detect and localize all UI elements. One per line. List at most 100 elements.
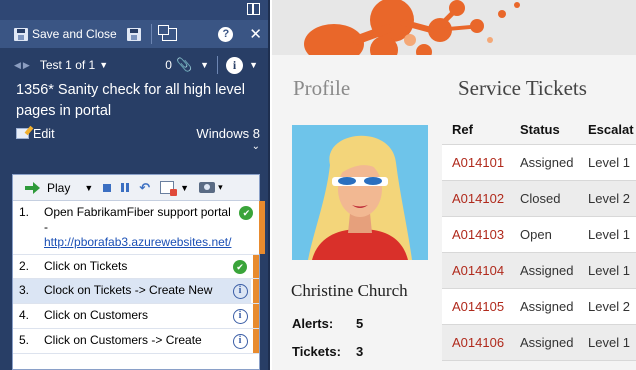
- test-step[interactable]: 5. Click on Customers -> Create i: [13, 329, 259, 354]
- edit-label: Edit: [33, 126, 55, 141]
- portal-url-link[interactable]: http://pborafab3.azurewebsites.net/: [44, 235, 231, 249]
- step-status[interactable]: i: [229, 308, 251, 324]
- close-icon[interactable]: ✕: [249, 25, 262, 43]
- table-header: Ref Status Escalat: [442, 115, 636, 145]
- test-selector[interactable]: Test 1 of 1 ▼: [40, 58, 108, 72]
- web-content: Profile Christine Church Alerts: 5 Ticke…: [272, 55, 636, 370]
- info-dropdown-icon[interactable]: ▼: [249, 60, 258, 70]
- undo-icon[interactable]: ↶: [139, 180, 150, 196]
- table-row[interactable]: A014104 Assigned Level 1: [442, 253, 636, 289]
- screenshot-camera-icon[interactable]: [199, 182, 216, 193]
- edit-link[interactable]: Edit: [16, 127, 55, 141]
- toolbar-divider: [150, 24, 152, 44]
- ticket-ref-link[interactable]: A014101: [452, 155, 520, 170]
- configuration-label: Windows 8: [196, 126, 260, 141]
- ticket-status: Assigned: [520, 155, 574, 170]
- alerts-stat: Alerts: 5: [292, 316, 363, 331]
- stop-icon[interactable]: [103, 183, 112, 192]
- next-test-icon[interactable]: ▶: [23, 60, 30, 71]
- test-navigation: ◀ ▶ Test 1 of 1 ▼ 0 📎 ▼ i ▼: [0, 51, 268, 79]
- profile-heading: Profile: [293, 76, 351, 100]
- step-status[interactable]: i: [229, 333, 251, 349]
- step-status[interactable]: ✔: [235, 205, 257, 220]
- step-number: 2.: [19, 259, 30, 273]
- switch-window-icon[interactable]: [157, 24, 177, 41]
- test-counter: Test 1 of 1: [39, 58, 96, 72]
- save-and-close-label: Save and Close: [32, 27, 117, 41]
- expand-chevron-icon[interactable]: ⌄: [0, 141, 268, 153]
- play-toolbar: Play ▼ ↶ ▼ ▾: [13, 175, 259, 201]
- ticket-status: Closed: [520, 191, 561, 206]
- test-step-selected[interactable]: 3. Clock on Tickets -> Create New i: [13, 279, 259, 304]
- step-number: 3.: [19, 283, 30, 297]
- ticket-ref-link[interactable]: A014102: [452, 191, 520, 206]
- ticket-status: Assigned: [520, 263, 574, 278]
- ticket-ref-link[interactable]: A014103: [452, 227, 520, 242]
- test-step[interactable]: 1. Open FabrikamFiber support portal - h…: [13, 201, 266, 255]
- alerts-value: 5: [356, 316, 364, 331]
- table-row[interactable]: A014103 Open Level 1: [442, 217, 636, 253]
- column-header[interactable]: Ref: [452, 122, 520, 137]
- ticket-escalation: Level 1: [588, 335, 630, 350]
- table-row[interactable]: A014102 Closed Level 2: [442, 181, 636, 217]
- table-row[interactable]: A014106 Assigned Level 1: [442, 325, 636, 361]
- banner-molecule-graphic: [304, 0, 520, 55]
- step-text: Clock on Tickets -> Create New: [44, 283, 213, 297]
- ticket-status: Assigned: [520, 335, 574, 350]
- column-header[interactable]: Escalat: [588, 122, 634, 137]
- mark-steps-icon[interactable]: [160, 181, 178, 196]
- tickets-label: Tickets:: [292, 344, 341, 359]
- test-step[interactable]: 2. Click on Tickets ✔: [13, 255, 259, 279]
- step-description: Open FabrikamFiber support portal -: [44, 205, 231, 234]
- ticket-status: Open: [520, 227, 552, 242]
- dock-layout-icon[interactable]: [247, 3, 260, 15]
- profile-name: Christine Church: [291, 281, 408, 300]
- step-text: Click on Customers: [44, 308, 149, 322]
- site-banner: [272, 0, 636, 55]
- test-info-icon[interactable]: i: [226, 56, 244, 74]
- profile-avatar: [292, 125, 428, 260]
- save-button[interactable]: [126, 27, 141, 41]
- step-text: Open FabrikamFiber support portal - http…: [44, 205, 235, 250]
- camera-dropdown-icon[interactable]: ▾: [218, 182, 223, 193]
- step-result-bar[interactable]: [251, 329, 259, 353]
- step-number: 5.: [19, 333, 30, 347]
- passed-check-icon: ✔: [233, 260, 247, 274]
- ticket-escalation: Level 1: [588, 263, 630, 278]
- attachment-dropdown-icon[interactable]: ▼: [200, 60, 209, 70]
- paperclip-icon[interactable]: 📎: [176, 57, 192, 73]
- pause-icon[interactable]: [121, 183, 130, 192]
- step-result-bar[interactable]: [251, 279, 259, 303]
- step-status[interactable]: ✔: [229, 259, 251, 274]
- previous-test-icon[interactable]: ◀: [14, 60, 21, 71]
- table-row[interactable]: A014105 Assigned Level 2: [442, 289, 636, 325]
- step-result-bar[interactable]: [251, 304, 259, 328]
- alerts-label: Alerts:: [292, 316, 334, 331]
- help-icon[interactable]: ?: [218, 26, 234, 42]
- step-number: 4.: [19, 308, 30, 322]
- table-row[interactable]: A014101 Assigned Level 1: [442, 145, 636, 181]
- step-number: 1.: [19, 205, 30, 219]
- ticket-ref-link[interactable]: A014106: [452, 335, 520, 350]
- ticket-ref-link[interactable]: A014104: [452, 263, 520, 278]
- chevron-down-icon: ▼: [99, 60, 109, 70]
- step-result-bar[interactable]: [251, 255, 259, 278]
- window-bar: [0, 0, 268, 20]
- column-header[interactable]: Status: [520, 122, 588, 137]
- step-result-bar[interactable]: [257, 201, 266, 254]
- play-dropdown-icon[interactable]: ▼: [84, 183, 93, 193]
- ticket-status: Assigned: [520, 299, 574, 314]
- step-status[interactable]: i: [229, 283, 251, 299]
- save-and-close-button[interactable]: Save and Close: [14, 27, 117, 41]
- ticket-escalation: Level 1: [588, 227, 630, 242]
- tickets-table: Ref Status Escalat A014101 Assigned Leve…: [442, 115, 636, 361]
- edit-icon: [16, 128, 29, 139]
- play-icon[interactable]: [25, 181, 41, 194]
- info-icon: i: [232, 334, 248, 349]
- play-button[interactable]: Play: [47, 181, 70, 195]
- ticket-ref-link[interactable]: A014105: [452, 299, 520, 314]
- test-step[interactable]: 4. Click on Customers i: [13, 304, 259, 329]
- mark-dropdown-icon[interactable]: ▼: [180, 183, 189, 193]
- web-page: Profile Christine Church Alerts: 5 Ticke…: [272, 0, 636, 370]
- service-tickets-heading: Service Tickets: [458, 76, 587, 100]
